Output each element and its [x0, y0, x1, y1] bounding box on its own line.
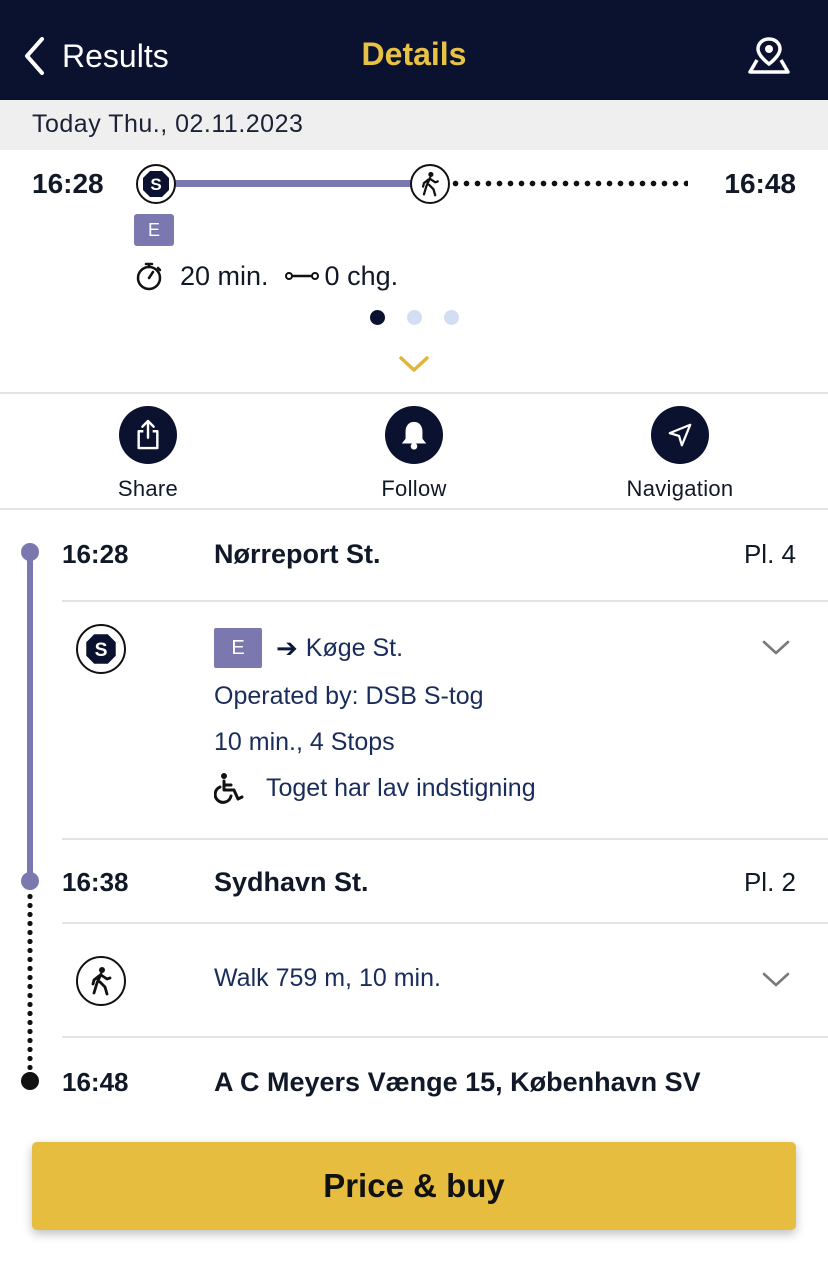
stop-time: 16:38 [62, 866, 129, 897]
navigation-arrow-icon [651, 406, 709, 464]
page-dot-active[interactable] [370, 310, 385, 325]
journey-date: Today Thu., 02.11.2023 [32, 110, 304, 138]
walking-icon [410, 164, 450, 204]
stop-name: Nørreport St. [214, 538, 381, 569]
wheelchair-icon [214, 773, 244, 804]
svg-text:S: S [150, 175, 161, 194]
train-operator: Operated by: DSB S-tog [214, 682, 484, 710]
timeline-destination-marker [21, 1072, 39, 1090]
stop-name: A C Meyers Vænge 15, København SV [214, 1066, 701, 1097]
journey-stats: 20 min. 0 chg. [134, 258, 398, 294]
action-bar: Share Follow Navigation [0, 396, 828, 510]
stop-row: 16:28 Nørreport St. Pl. 4 [62, 534, 828, 574]
changes-icon [284, 272, 319, 280]
summary-arrival-time: 16:48 [724, 168, 796, 199]
train-duration-stops: 10 min., 4 Stops [214, 728, 395, 756]
stop-row: 16:38 Sydhavn St. Pl. 2 [62, 862, 828, 902]
stop-platform: Pl. 4 [743, 538, 796, 569]
top-bar: Results Details [0, 0, 828, 100]
divider [62, 838, 828, 840]
map-button[interactable] [748, 36, 790, 76]
journey-changes: 0 chg. [324, 260, 399, 291]
share-icon [119, 406, 177, 464]
arrow-right-icon: ➔ [276, 632, 298, 663]
navigation-button[interactable]: Navigation [580, 406, 780, 502]
timeline-walk-line [27, 892, 33, 1070]
divider [62, 600, 828, 602]
stop-name: Sydhavn St. [214, 866, 369, 897]
timeline-stop-marker [21, 872, 39, 890]
summary-train-segment [170, 180, 418, 187]
journey-summary[interactable]: 16:28 S 16:48 E 20 min. 0 chg. [0, 150, 828, 394]
svg-text:S: S [95, 640, 108, 661]
journey-duration: 20 min. [180, 260, 269, 291]
stop-time: 16:48 [62, 1066, 129, 1097]
navigation-label: Navigation [626, 476, 734, 501]
bell-icon [385, 406, 443, 464]
summary-departure-time: 16:28 [32, 168, 104, 199]
share-label: Share [117, 476, 179, 501]
timeline-stop-marker [21, 543, 39, 561]
date-bar: Today Thu., 02.11.2023 [0, 100, 828, 150]
page-dot[interactable] [407, 310, 422, 325]
stop-time: 16:28 [62, 538, 129, 569]
page-indicator[interactable] [370, 310, 459, 325]
stopwatch-icon [136, 262, 162, 291]
price-buy-button[interactable]: Price & buy [32, 1142, 796, 1230]
chevron-down-icon[interactable] [762, 972, 790, 988]
timeline-train-line [27, 552, 33, 882]
line-badge: E [134, 214, 174, 246]
accessibility-info: Toget har lav indstigning [214, 772, 536, 804]
follow-button[interactable]: Follow [314, 406, 514, 502]
train-leg[interactable]: E ➔ Køge St. Operated by: DSB S-tog 10 m… [214, 628, 536, 804]
chevron-down-icon[interactable] [762, 640, 790, 656]
walk-leg-info[interactable]: Walk 759 m, 10 min. [214, 964, 441, 993]
stop-platform: Pl. 2 [743, 866, 796, 897]
map-pin-icon [748, 37, 790, 74]
divider [62, 1036, 828, 1038]
page-dot[interactable] [444, 310, 459, 325]
divider [62, 922, 828, 924]
train-direction: Køge St. [305, 633, 404, 662]
walking-icon [76, 956, 126, 1006]
stop-row: 16:48 A C Meyers Vænge 15, København SV [62, 1062, 828, 1102]
s-train-icon: S [136, 164, 176, 204]
chevron-down-icon[interactable] [398, 354, 430, 374]
accessibility-text: Toget har lav indstigning [266, 773, 536, 802]
follow-label: Follow [381, 476, 447, 501]
summary-walk-segment [450, 180, 688, 187]
page-title: Details [361, 36, 467, 72]
share-button[interactable]: Share [48, 406, 248, 502]
line-badge: E [214, 628, 262, 668]
s-train-icon: S [76, 624, 126, 674]
